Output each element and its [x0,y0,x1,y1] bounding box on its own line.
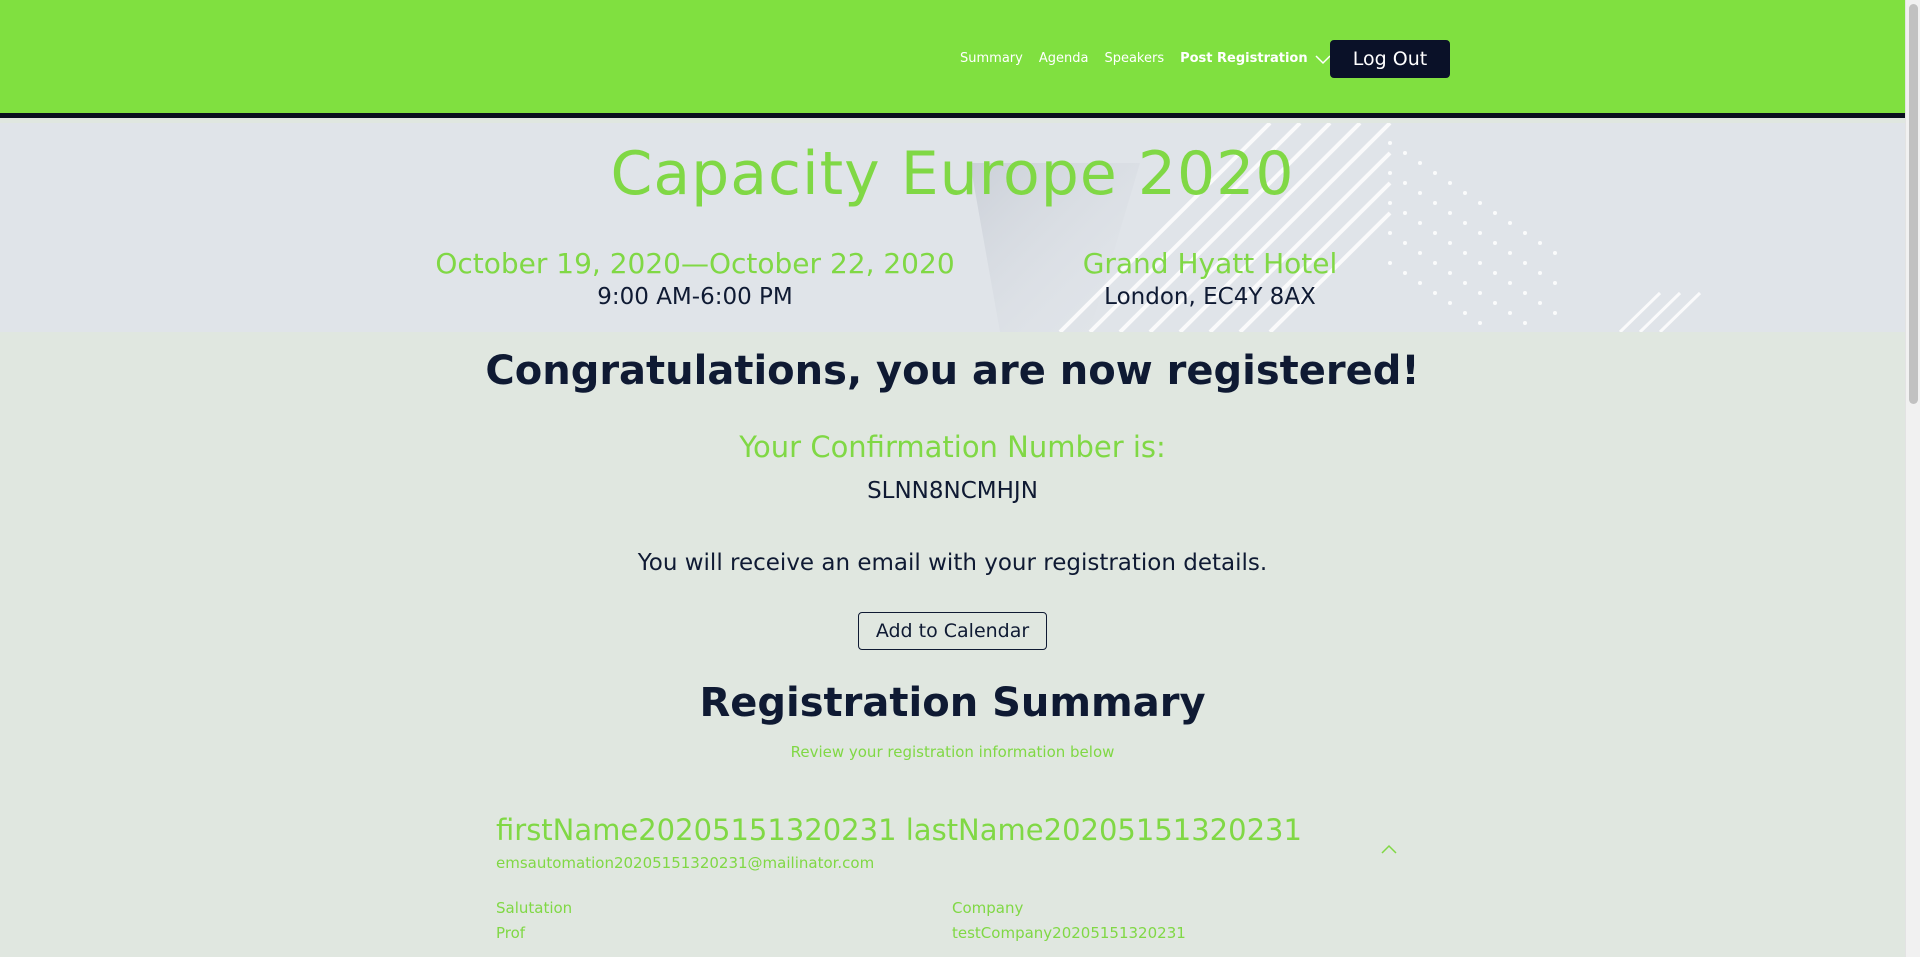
email-notice: You will receive an email with your regi… [637,550,1268,576]
event-banner: Capacity Europe 2020 October 19, 2020—Oc… [0,123,1905,332]
logout-button[interactable]: Log Out [1330,40,1450,78]
event-time: 9:00 AM-6:00 PM [597,284,793,310]
scrollbar-thumb[interactable] [1909,4,1918,404]
main-nav: Summary Agenda Speakers Post Registratio… [960,51,1332,66]
chevron-up-icon[interactable] [1380,843,1398,855]
nav-agenda[interactable]: Agenda [1039,51,1089,66]
registration-summary-subtitle: Review your registration information bel… [790,743,1115,761]
field-value-company: testCompany20205151320231 [952,924,1186,942]
confirmation-heading: Congratulations, you are now registered! [485,348,1420,394]
attendee-name: firstName20205151320231 lastName20205151… [496,813,1302,847]
nav-speakers[interactable]: Speakers [1104,51,1164,66]
confirmation-number-label: Your Confirmation Number is: [739,430,1166,464]
page-scrollbar[interactable] [1905,0,1920,957]
nav-post-registration[interactable]: Post Registration [1180,51,1308,66]
event-dates-block: October 19, 2020—October 22, 2020 9:00 A… [430,247,960,310]
field-label-company: Company [952,899,1024,917]
registration-summary-title: Registration Summary [699,680,1206,726]
confirmation-number: SLNN8NCMHJN [867,478,1038,504]
attendee-email: emsautomation20205151320231@mailinator.c… [496,854,875,872]
registration-page: Summary Agenda Speakers Post Registratio… [0,0,1905,957]
field-value-salutation: Prof [496,924,526,942]
add-to-calendar-button[interactable]: Add to Calendar [858,612,1047,650]
field-label-salutation: Salutation [496,899,573,917]
chevron-down-icon[interactable] [1314,53,1332,65]
site-header: Summary Agenda Speakers Post Registratio… [0,0,1905,118]
nav-summary[interactable]: Summary [960,51,1023,66]
event-dates: October 19, 2020—October 22, 2020 [435,247,955,280]
event-venue: Grand Hyatt Hotel [1082,247,1338,280]
event-venue-block: Grand Hyatt Hotel London, EC4Y 8AX [1060,247,1360,310]
event-location: London, EC4Y 8AX [1104,284,1316,310]
event-title: Capacity Europe 2020 [610,139,1295,209]
